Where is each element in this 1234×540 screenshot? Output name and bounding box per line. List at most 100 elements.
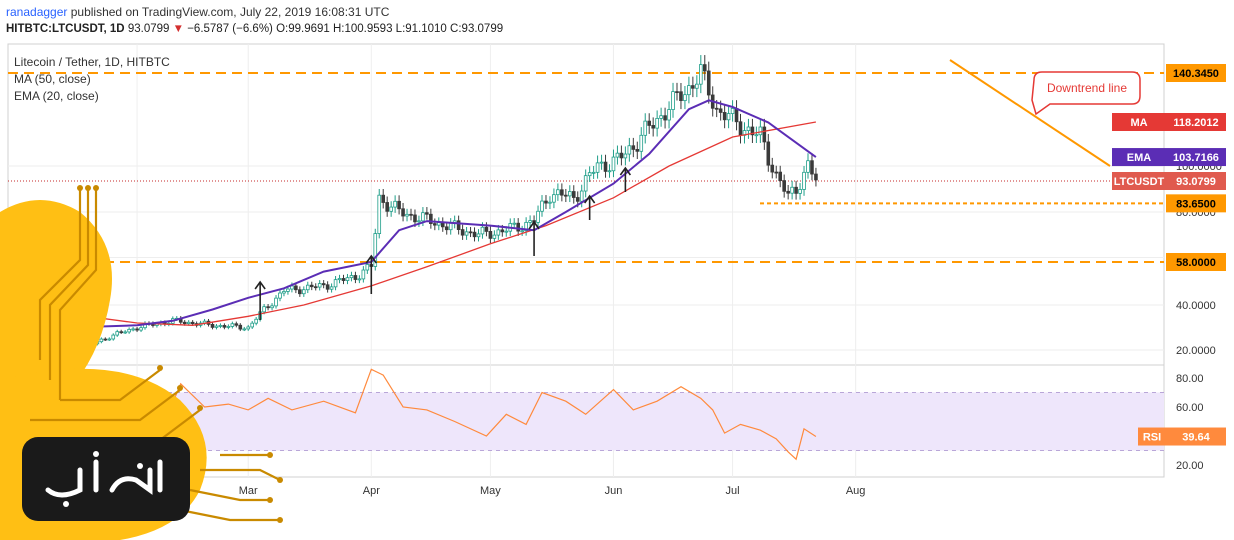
candle-body xyxy=(492,234,497,239)
candle-body xyxy=(631,145,636,150)
candle-body xyxy=(298,289,302,295)
price-label: LTCUSDT 93.0799 xyxy=(1112,172,1226,190)
price-pane-frame xyxy=(7,43,1165,366)
candle-body xyxy=(802,171,806,190)
candle-body xyxy=(222,325,227,328)
chart-legend: Litecoin / Tether, 1D, HITBTC MA (50, cl… xyxy=(14,54,170,105)
candle-body xyxy=(806,160,810,173)
candle-body xyxy=(246,326,251,330)
x-tick-label: Aug xyxy=(846,485,866,497)
price-label-name: LTCUSDT xyxy=(1114,176,1165,188)
candle-body xyxy=(302,289,306,295)
candle-body xyxy=(377,194,382,234)
price-label-value: 58.0000 xyxy=(1176,257,1216,269)
candle-body xyxy=(552,194,556,203)
candle-body xyxy=(182,321,187,324)
candle-body xyxy=(123,331,127,334)
candle-body xyxy=(309,284,314,288)
candle-body xyxy=(762,126,767,143)
legend-title: Litecoin / Tether, 1D, HITBTC xyxy=(14,55,170,69)
candle-body xyxy=(401,208,405,217)
candle-body xyxy=(496,229,501,236)
candle-body xyxy=(131,328,135,331)
legend-ma: MA (50, close) xyxy=(14,72,91,86)
candle-body xyxy=(270,305,274,309)
candle-body xyxy=(687,85,691,96)
candle-body xyxy=(341,278,346,281)
candle-body xyxy=(127,328,131,333)
candle-body xyxy=(738,121,743,136)
candle-body xyxy=(262,306,266,313)
candle-body xyxy=(238,324,243,330)
candle-body xyxy=(790,186,794,194)
candle-body xyxy=(568,191,572,197)
candle-body xyxy=(607,170,612,173)
candle-body xyxy=(810,160,814,175)
candle-body xyxy=(671,91,675,110)
candle-body xyxy=(448,222,453,231)
candle-body xyxy=(266,306,270,309)
candle-body xyxy=(651,125,655,129)
candle-body xyxy=(635,149,640,152)
candle-body xyxy=(564,194,568,197)
callout-text: Downtrend line xyxy=(1047,81,1127,95)
candle-body xyxy=(730,108,735,114)
candle-body xyxy=(274,297,278,307)
y-tick-label: 20.0000 xyxy=(1176,345,1216,357)
candle-body xyxy=(365,264,370,271)
price-label: 58.0000 xyxy=(1166,253,1226,271)
candle-body xyxy=(798,189,802,194)
candle-body xyxy=(575,197,580,202)
candle-body xyxy=(476,233,481,238)
rsi-tick-label: 80.00 xyxy=(1176,373,1204,385)
candle-body xyxy=(242,328,247,331)
candle-body xyxy=(135,328,139,331)
candle-body xyxy=(814,173,818,181)
downtrend-callout: Downtrend line xyxy=(1031,71,1141,116)
candle-body xyxy=(726,113,731,121)
candle-body xyxy=(393,200,397,208)
candle-body xyxy=(734,108,739,123)
candle-body xyxy=(234,323,239,326)
candle-body xyxy=(99,338,104,343)
candle-body xyxy=(468,231,473,234)
candle-body xyxy=(679,91,683,102)
candle-body xyxy=(397,200,401,210)
candle-body xyxy=(667,109,671,121)
candle-body xyxy=(548,201,552,204)
candle-body xyxy=(595,162,600,173)
price-label-value: 83.6500 xyxy=(1176,198,1216,210)
rsi-tick-label: 60.00 xyxy=(1176,402,1204,414)
candle-body xyxy=(484,226,489,232)
candle-body xyxy=(639,134,644,152)
candle-body xyxy=(115,331,120,336)
candle-body xyxy=(583,175,588,192)
candle-body xyxy=(540,200,544,212)
candle-body xyxy=(464,231,469,236)
candle-body xyxy=(413,214,417,223)
price-labels: 140.3450 MA 118.2012 EMA 103.7166 LTCUSDT 93.0… xyxy=(1112,64,1226,446)
candle-body xyxy=(691,85,695,89)
candle-body xyxy=(619,152,624,159)
candle-body xyxy=(528,220,532,223)
price-label: EMA 103.7166 xyxy=(1112,148,1226,167)
candle-body xyxy=(381,194,386,203)
price-label: MA 118.2012 xyxy=(1112,113,1226,131)
candle-body xyxy=(186,321,191,324)
price-label-name: MA xyxy=(1130,117,1147,129)
candle-body xyxy=(405,213,409,217)
price-label-value: 118.2012 xyxy=(1173,117,1218,129)
candle-body xyxy=(782,180,786,192)
candles xyxy=(91,55,818,347)
candle-body xyxy=(718,108,723,113)
candle-body xyxy=(603,161,608,172)
candle-body xyxy=(250,322,255,328)
candle-body xyxy=(119,331,123,334)
price-label-value: 140.3450 xyxy=(1173,68,1219,80)
rsi-label: RSI 39.64 xyxy=(1138,427,1226,446)
x-tick-label: Jul xyxy=(726,485,740,497)
candle-body xyxy=(659,115,663,119)
candle-body xyxy=(254,318,258,324)
candle-body xyxy=(579,190,584,202)
candle-body xyxy=(444,226,449,231)
